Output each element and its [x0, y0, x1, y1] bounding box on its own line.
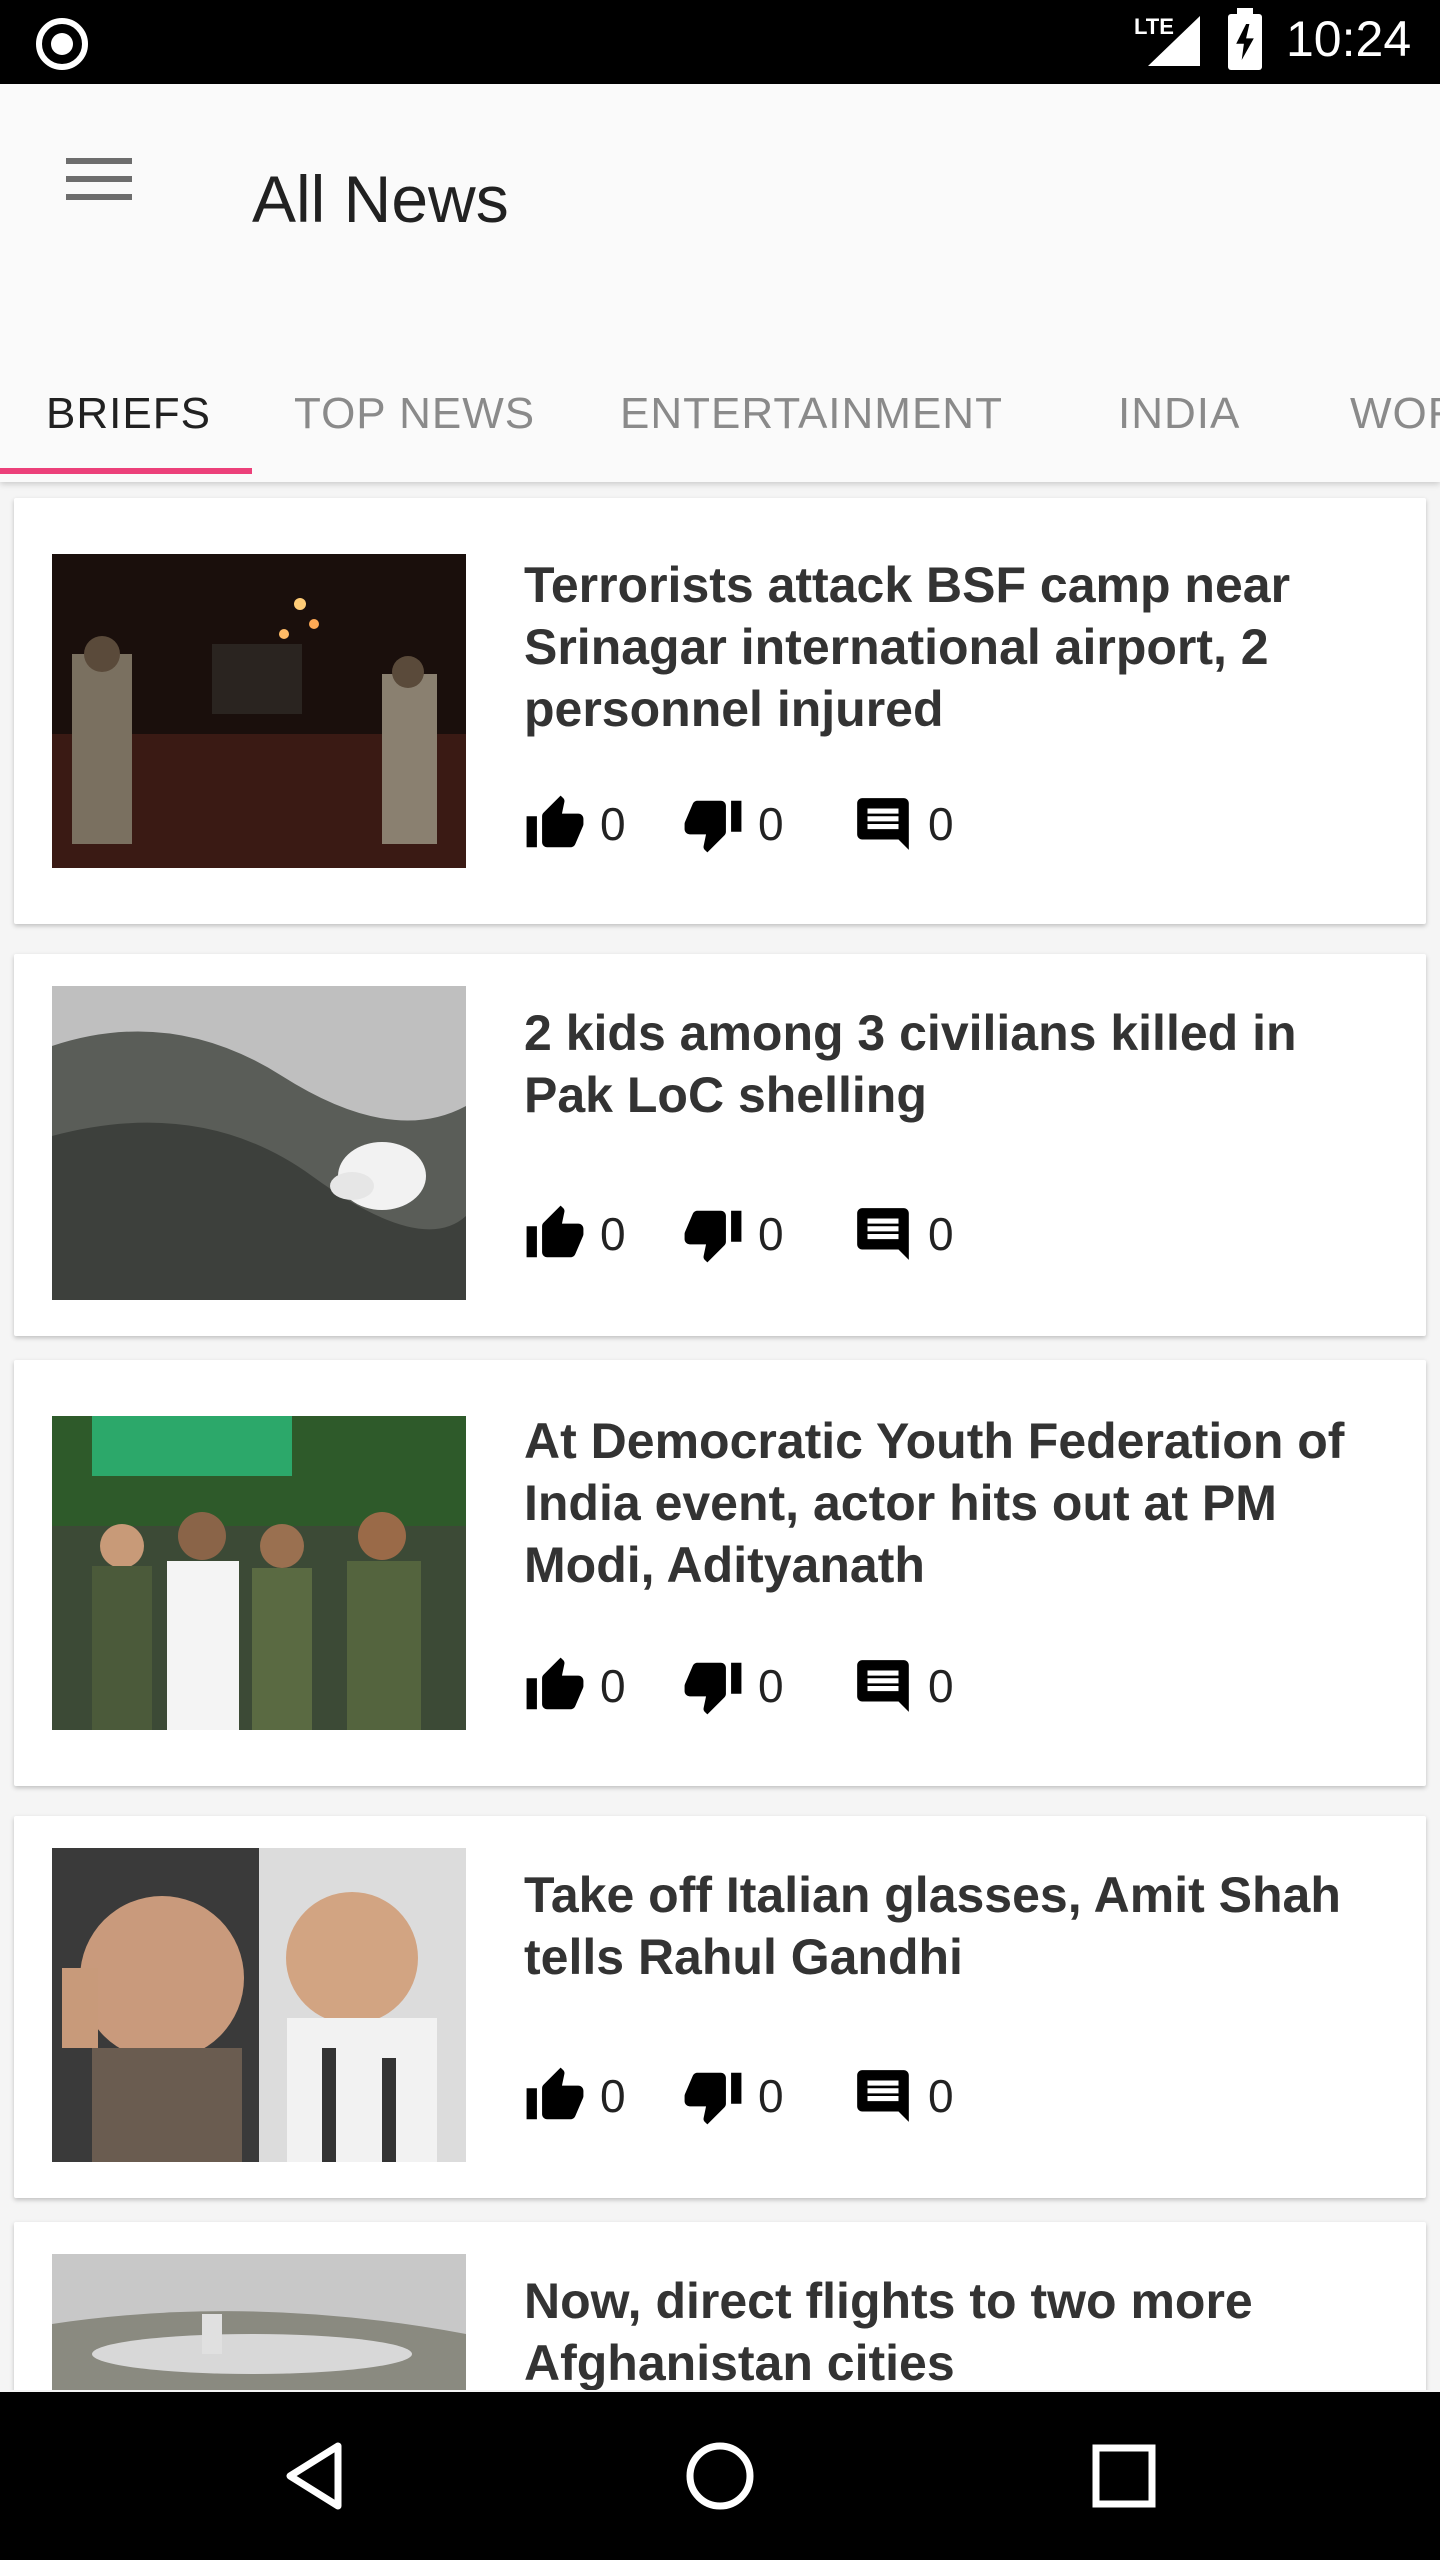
tab-top-news[interactable]: TOP NEWS — [294, 384, 535, 482]
like-button[interactable]: 0 — [524, 1202, 626, 1266]
article-headline[interactable]: Take off Italian glasses, Amit Shah tell… — [524, 1864, 1384, 1988]
comment-icon — [857, 798, 909, 850]
news-feed[interactable]: Terrorists attack BSF camp near Srinagar… — [0, 482, 1440, 2390]
status-bar: LTE 10:24 — [0, 0, 1440, 84]
news-card[interactable]: Take off Italian glasses, Amit Shah tell… — [14, 1816, 1426, 2198]
article-headline[interactable]: Now, direct flights to two more Afghanis… — [524, 2270, 1384, 2390]
dislike-button[interactable]: 0 — [682, 1654, 784, 1718]
article-headline[interactable]: Terrorists attack BSF camp near Srinagar… — [524, 554, 1384, 740]
like-count: 0 — [600, 1660, 626, 1712]
article-thumbnail — [52, 1848, 466, 2162]
like-button[interactable]: 0 — [524, 792, 626, 856]
comment-button[interactable]: 0 — [852, 1654, 954, 1718]
dislike-count: 0 — [758, 2070, 784, 2122]
news-card[interactable]: Now, direct flights to two more Afghanis… — [14, 2222, 1426, 2390]
dislike-count: 0 — [758, 1660, 784, 1712]
comment-count: 0 — [928, 2070, 954, 2122]
dislike-count: 0 — [758, 1208, 784, 1260]
like-button[interactable]: 0 — [524, 1654, 626, 1718]
comment-count: 0 — [928, 1660, 954, 1712]
thumbs-up-icon — [526, 2067, 584, 2120]
comment-icon — [857, 2070, 909, 2122]
page-title: All News — [252, 162, 509, 236]
comment-icon — [857, 1660, 909, 1712]
signal-strength-icon — [1148, 16, 1200, 66]
comment-button[interactable]: 0 — [852, 2064, 954, 2128]
thumbs-down-icon — [684, 1210, 742, 1263]
dislike-button[interactable]: 0 — [682, 1202, 784, 1266]
comment-count: 0 — [928, 1208, 954, 1260]
like-button[interactable]: 0 — [524, 2064, 626, 2128]
thumbs-down-icon — [684, 1662, 742, 1715]
dislike-button[interactable]: 0 — [682, 2064, 784, 2128]
news-card[interactable]: 2 kids among 3 civilians killed in Pak L… — [14, 954, 1426, 1336]
thumbs-down-icon — [684, 2072, 742, 2125]
home-circle-icon[interactable] — [678, 2434, 762, 2518]
comment-count: 0 — [928, 798, 954, 850]
battery-charging-icon — [1228, 8, 1262, 70]
comment-button[interactable]: 0 — [852, 792, 954, 856]
news-card[interactable]: At Democratic Youth Federation of India … — [14, 1360, 1426, 1786]
back-triangle-icon[interactable] — [274, 2434, 358, 2518]
thumbs-up-icon — [526, 795, 584, 848]
thumbs-up-icon — [526, 1205, 584, 1258]
comment-button[interactable]: 0 — [852, 1202, 954, 1266]
tab-world[interactable]: WOR — [1350, 384, 1440, 482]
notification-record-icon — [36, 18, 88, 70]
article-thumbnail — [52, 986, 466, 1300]
system-nav-bar — [0, 2392, 1440, 2560]
news-card[interactable]: Terrorists attack BSF camp near Srinagar… — [14, 498, 1426, 924]
dislike-button[interactable]: 0 — [682, 792, 784, 856]
status-time: 10:24 — [1286, 11, 1412, 67]
like-count: 0 — [600, 798, 626, 850]
tab-entertainment[interactable]: ENTERTAINMENT — [620, 384, 1003, 482]
article-thumbnail — [52, 1416, 466, 1730]
article-thumbnail — [52, 2254, 466, 2390]
active-tab-indicator — [0, 468, 252, 474]
tab-india[interactable]: INDIA — [1118, 384, 1240, 482]
thumbs-up-icon — [526, 1657, 584, 1710]
hamburger-menu-icon[interactable] — [50, 144, 146, 240]
app-bar: All News BRIEFS TOP NEWS ENTERTAINMENT I… — [0, 84, 1440, 482]
comment-icon — [857, 1208, 909, 1260]
like-count: 0 — [600, 2070, 626, 2122]
like-count: 0 — [600, 1208, 626, 1260]
article-headline[interactable]: At Democratic Youth Federation of India … — [524, 1410, 1384, 1596]
article-thumbnail — [52, 554, 466, 868]
thumbs-down-icon — [684, 800, 742, 853]
dislike-count: 0 — [758, 798, 784, 850]
article-headline[interactable]: 2 kids among 3 civilians killed in Pak L… — [524, 1002, 1384, 1126]
recents-square-icon[interactable] — [1082, 2434, 1166, 2518]
